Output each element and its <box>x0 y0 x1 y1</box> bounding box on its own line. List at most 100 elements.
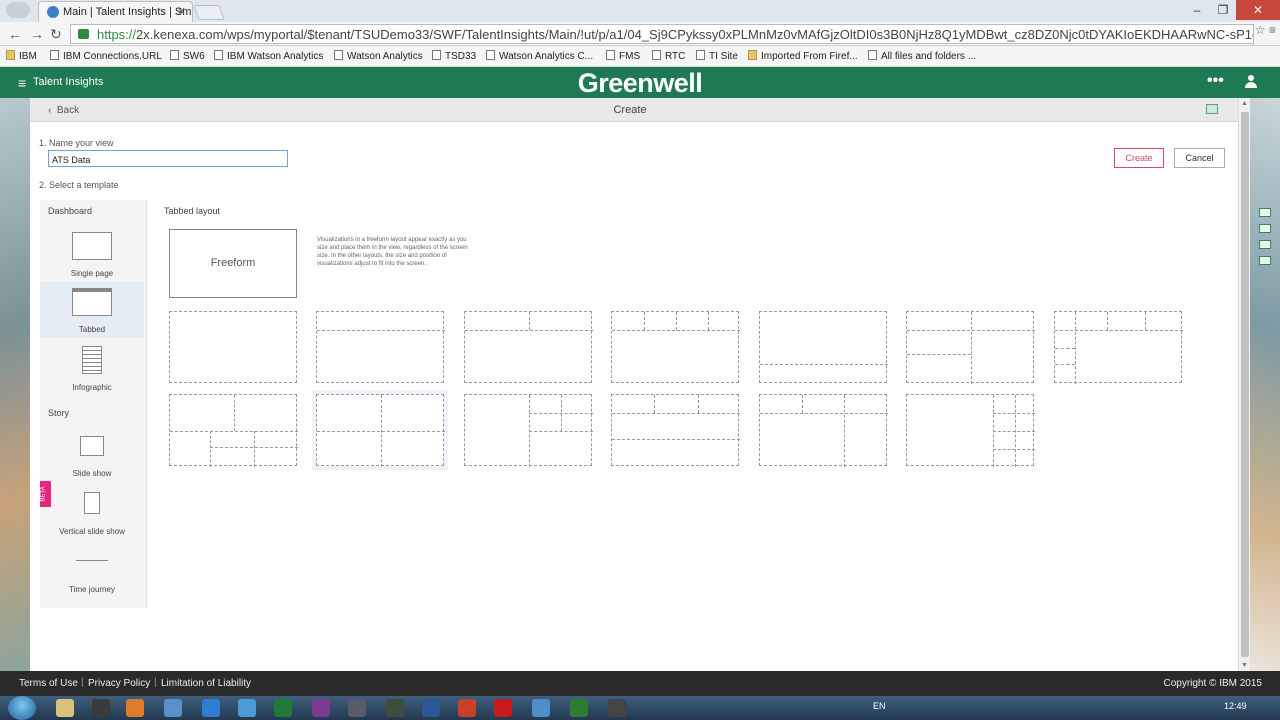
bookmark-label: Watson Analytics <box>347 51 423 62</box>
bookmark-item[interactable]: IBM Watson Analytics <box>214 50 323 62</box>
ibm-icon <box>50 50 59 60</box>
more-options-icon[interactable]: ••• <box>1207 72 1224 90</box>
bookmark-item[interactable]: FMS <box>606 50 640 62</box>
word-icon[interactable] <box>422 699 440 717</box>
layout-option[interactable] <box>611 311 740 383</box>
bookmark-item[interactable]: SW6 <box>170 50 205 62</box>
layout-option[interactable] <box>906 311 1035 384</box>
maximize-icon[interactable]: ❐ <box>1210 0 1236 20</box>
template-tabbed[interactable]: Tabbed <box>40 282 144 338</box>
app-c-icon[interactable] <box>608 699 626 717</box>
bookmark-item[interactable]: Imported From Firef... <box>748 50 858 62</box>
layout-option[interactable] <box>906 394 1035 467</box>
chrome-icon[interactable] <box>164 699 182 717</box>
brand-logo: Greenwell <box>577 68 703 98</box>
scroll-thumb[interactable] <box>1241 112 1249 657</box>
vertical-scrollbar[interactable]: ▲ ▼ <box>1238 98 1250 671</box>
bookmark-item[interactable]: Watson Analytics C... <box>486 50 593 62</box>
bookmark-label: IBM Connections.URL <box>63 51 162 62</box>
window-close-icon[interactable]: ✕ <box>1236 0 1280 20</box>
tab-close-icon[interactable]: ✕ <box>177 5 186 18</box>
bookmark-item[interactable]: Watson Analytics <box>334 50 423 62</box>
layout-option[interactable] <box>169 394 298 467</box>
powerpoint-icon[interactable] <box>458 699 476 717</box>
view-name-input[interactable] <box>48 150 288 167</box>
layout-freeform[interactable]: Freeform <box>169 229 297 298</box>
layout-option[interactable] <box>611 394 740 466</box>
slide-show-icon <box>80 436 104 456</box>
panel-toggle-icon[interactable] <box>1206 104 1218 114</box>
layout-divider <box>210 431 211 467</box>
user-icon[interactable] <box>1245 75 1257 89</box>
media-player-icon[interactable] <box>92 699 110 717</box>
template-slide-show[interactable]: Slide show <box>40 426 144 482</box>
layout-option[interactable] <box>316 394 445 467</box>
layout-option[interactable] <box>464 394 593 467</box>
zoom-icon[interactable] <box>1259 240 1271 249</box>
edit-icon[interactable] <box>1259 208 1271 217</box>
forward-arrow-icon[interactable]: → <box>30 26 44 42</box>
page-icon <box>606 50 615 60</box>
url-input[interactable]: https://2x.kenexa.com/wps/myportal/$tena… <box>70 24 1254 44</box>
terms-link[interactable]: Terms of Use <box>19 678 78 689</box>
language-indicator[interactable]: EN <box>873 701 886 711</box>
layout-divider <box>971 312 972 384</box>
bookmark-item[interactable]: IBM Connections.URL <box>50 50 162 62</box>
bookmark-item[interactable]: RTC <box>652 50 685 62</box>
freeform-description: Visualizations in a freeform layout appe… <box>317 237 468 267</box>
layout-option[interactable] <box>169 311 297 383</box>
single-page-icon <box>72 232 112 260</box>
scroll-down-icon[interactable]: ▼ <box>1241 662 1248 669</box>
app-icon[interactable] <box>348 699 366 717</box>
layout-divider <box>234 395 235 431</box>
layout-option[interactable] <box>316 311 445 383</box>
layout-option[interactable] <box>1054 311 1183 384</box>
layout-divider <box>993 449 1035 450</box>
layout-divider <box>760 364 888 365</box>
new-tab-button[interactable] <box>193 5 225 20</box>
minimize-icon[interactable]: – <box>1184 0 1210 20</box>
reload-icon[interactable]: ↻ <box>50 26 62 43</box>
template-vertical-slide-show[interactable]: Vertical slide show <box>40 484 144 540</box>
acrobat-icon[interactable] <box>494 699 512 717</box>
onenote-icon[interactable] <box>312 699 330 717</box>
layout-divider <box>698 395 699 413</box>
browser-menu-icon[interactable] <box>6 2 30 18</box>
people-icon[interactable] <box>1259 256 1271 265</box>
back-arrow-icon[interactable]: ← <box>8 26 22 42</box>
terminal-icon[interactable] <box>386 699 404 717</box>
layout-divider <box>760 413 888 414</box>
bookmark-item[interactable]: IBM <box>6 50 37 62</box>
start-button[interactable] <box>8 696 36 720</box>
template-single-page[interactable]: Single page <box>40 226 144 282</box>
camtasia-icon[interactable] <box>570 699 588 717</box>
list-icon[interactable] <box>1259 224 1271 233</box>
template-infographic[interactable]: Infographic <box>40 340 144 396</box>
layout-option[interactable] <box>759 394 888 467</box>
network-icon[interactable] <box>532 699 550 717</box>
layout-option[interactable] <box>759 311 888 383</box>
layout-divider <box>529 395 530 467</box>
bookmark-item[interactable]: TSD33 <box>432 50 476 62</box>
privacy-link[interactable]: Privacy Policy <box>88 678 150 689</box>
create-button[interactable]: Create <box>1114 148 1164 168</box>
right-icon-bar <box>1256 208 1274 288</box>
explorer-icon[interactable] <box>56 699 74 717</box>
cancel-button[interactable]: Cancel <box>1174 148 1225 168</box>
globe-icon[interactable] <box>238 699 256 717</box>
clock[interactable]: 12:49 <box>1224 701 1247 711</box>
layout-option[interactable] <box>464 311 593 383</box>
app-header: ≡ Talent Insights Greenwell ••• <box>0 67 1280 98</box>
ie-icon[interactable] <box>202 699 220 717</box>
firefox-icon[interactable] <box>126 699 144 717</box>
footer: Terms of Use | Privacy Policy | Limitati… <box>0 671 1280 696</box>
liability-link[interactable]: Limitation of Liability <box>161 678 251 689</box>
browser-tab[interactable]: Main | Talent Insights | Sm ✕ <box>38 1 193 22</box>
bookmark-item[interactable]: All files and folders ... <box>868 50 976 62</box>
excel-icon[interactable] <box>274 699 292 717</box>
template-time-journey[interactable]: Time journey <box>40 542 144 598</box>
bookmarks-bar: IBM IBM Connections.URL SW6 IBM Watson Anal… <box>0 46 1280 67</box>
scroll-up-icon[interactable]: ▲ <box>1241 100 1248 107</box>
star-icon[interactable]: ☆ ≡ <box>1255 23 1276 37</box>
bookmark-item[interactable]: TI Site <box>696 50 738 62</box>
